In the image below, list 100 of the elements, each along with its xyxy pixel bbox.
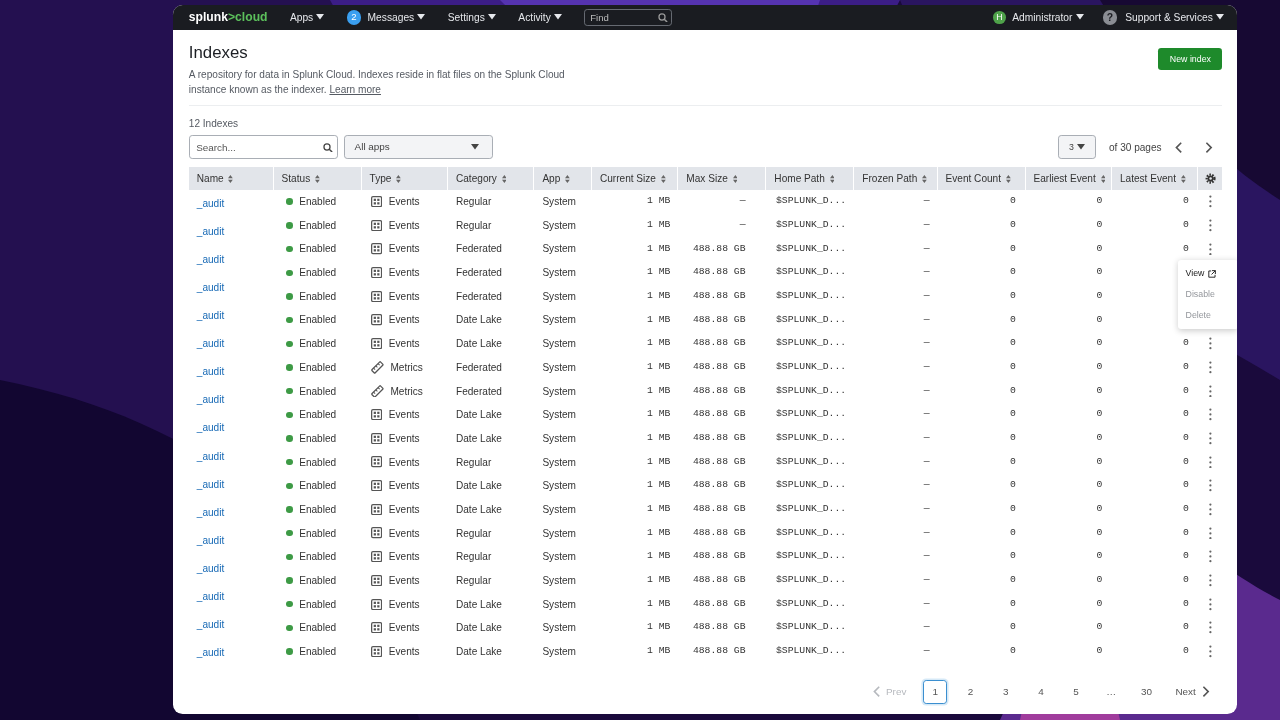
status-text: Enabled	[299, 644, 337, 659]
table-cell-text: 0	[1009, 644, 1017, 659]
new-index-button[interactable]: New index	[1158, 48, 1223, 71]
grid-icon	[371, 574, 383, 586]
find-field[interactable]: Find	[584, 8, 673, 27]
table-cell-text: System	[541, 408, 577, 423]
index-name-link[interactable]: _audit	[196, 442, 274, 471]
column-header[interactable]: Earliest Event	[1025, 167, 1112, 190]
column-header[interactable]: Status	[273, 167, 362, 190]
table-cell-text: $SPLUNK_D...	[774, 289, 848, 304]
more-options-icon[interactable]	[1207, 621, 1213, 635]
table-cell-text: System	[541, 289, 577, 304]
grid-icon	[371, 432, 383, 444]
page-button[interactable]: 5	[1064, 679, 1089, 704]
more-options-icon[interactable]	[1207, 645, 1213, 658]
table-cell-text: —	[922, 525, 931, 540]
nav-menu[interactable]: 2 Messages	[346, 9, 426, 26]
table-cell-text: 0	[1095, 312, 1104, 327]
table-cell-text: —	[738, 194, 747, 209]
index-name-link[interactable]: _audit	[196, 582, 274, 611]
page-select[interactable]: 3	[1057, 135, 1097, 160]
page-button[interactable]: 2	[958, 679, 983, 704]
table-cell-text: System	[541, 597, 577, 612]
status-text: Enabled	[299, 337, 337, 352]
app-filter-dropdown[interactable]: All apps	[344, 135, 493, 160]
index-name-link[interactable]: _audit	[196, 498, 274, 527]
more-options-icon[interactable]	[1207, 526, 1213, 540]
menu-item[interactable]: View	[1177, 263, 1237, 285]
column-header[interactable]: Category	[448, 167, 535, 190]
grid-icon	[371, 598, 383, 610]
more-options-icon[interactable]	[1207, 597, 1213, 611]
search-field[interactable]: Search...	[188, 135, 338, 160]
more-options-icon[interactable]	[1207, 195, 1213, 209]
index-name-link[interactable]: _audit	[196, 274, 274, 303]
column-header[interactable]: Current Size	[591, 167, 679, 190]
more-options-icon[interactable]	[1207, 361, 1213, 374]
more-options-icon[interactable]	[1207, 242, 1213, 256]
more-options-icon[interactable]	[1207, 503, 1213, 516]
table-cell-text: $SPLUNK_D...	[774, 525, 848, 540]
support-menu[interactable]: ? Support & Services	[1102, 9, 1224, 26]
table-cell-text: 488.88 GB	[691, 525, 747, 540]
table-cell-text: 0	[1181, 431, 1190, 446]
status-dot-icon	[286, 577, 293, 584]
column-header[interactable]: Max Size	[678, 167, 767, 190]
table-cell-text: —	[922, 454, 931, 469]
index-name-link[interactable]: _audit	[196, 470, 274, 499]
index-name-link[interactable]: _audit	[196, 217, 274, 246]
next-page-button[interactable]: Next	[1169, 679, 1216, 704]
table-cell-text: Federated	[455, 242, 503, 257]
more-options-icon[interactable]	[1207, 384, 1213, 398]
index-name-link[interactable]: _audit	[196, 611, 274, 640]
column-header[interactable]: Frozen Path	[854, 167, 938, 190]
index-name-link[interactable]: _audit	[196, 554, 274, 583]
column-header[interactable]: Home Path	[766, 167, 855, 190]
column-header[interactable]: App	[534, 167, 592, 190]
table-cell-text: 0	[1181, 478, 1190, 493]
page-button[interactable]: 1	[923, 679, 948, 704]
table-cell-text: 1 MB	[645, 502, 672, 517]
more-options-icon[interactable]	[1207, 218, 1213, 232]
grid-icon	[371, 338, 383, 350]
learn-more-link[interactable]: Learn more	[329, 83, 381, 95]
column-header[interactable]: Latest Event	[1111, 167, 1199, 190]
more-options-icon[interactable]	[1207, 408, 1213, 422]
table-cell-text: System	[541, 621, 577, 636]
table-cell-text: 0	[1181, 336, 1190, 351]
nav-menu[interactable]: Settings	[447, 9, 496, 26]
more-options-icon[interactable]	[1207, 550, 1213, 564]
index-name-link[interactable]: _audit	[196, 414, 274, 443]
column-header[interactable]: Name	[188, 167, 274, 190]
nav-menu[interactable]: Apps	[289, 9, 325, 26]
user-menu[interactable]: H Administrator	[993, 9, 1084, 26]
index-name-link[interactable]: _audit	[196, 189, 274, 218]
nav-menu[interactable]: Activity	[518, 9, 562, 26]
index-name-link[interactable]: _audit	[196, 246, 274, 275]
table-cell-text: 488.88 GB	[691, 336, 747, 351]
page-button[interactable]: 3	[993, 679, 1018, 704]
column-header[interactable]: Event Count	[937, 167, 1026, 190]
grid-icon	[371, 267, 383, 279]
column-header[interactable]: Type	[361, 167, 448, 190]
table-cell-text: System	[541, 431, 577, 446]
index-name-link[interactable]: _audit	[196, 302, 274, 331]
table-cell-text: 1 MB	[645, 454, 672, 469]
status-dot-icon	[286, 624, 293, 631]
index-name-link[interactable]: _audit	[196, 358, 274, 387]
more-options-icon[interactable]	[1207, 479, 1213, 493]
index-name-link[interactable]: _audit	[196, 386, 274, 415]
page-button[interactable]: 30	[1134, 679, 1159, 704]
table-cell-text: 0	[1009, 194, 1017, 209]
index-name-link[interactable]: _audit	[196, 639, 274, 668]
page-button[interactable]: …	[1099, 679, 1124, 704]
table-cell-text: 0	[1095, 265, 1104, 280]
table-cell-text: $SPLUNK_D...	[774, 596, 848, 611]
index-name-link[interactable]: _audit	[196, 526, 274, 555]
more-options-icon[interactable]	[1207, 455, 1213, 469]
table-cell-text: 0	[1009, 407, 1017, 422]
page-button[interactable]: 4	[1028, 679, 1053, 704]
more-options-icon[interactable]	[1207, 337, 1213, 351]
index-name-link[interactable]: _audit	[196, 330, 274, 359]
more-options-icon[interactable]	[1207, 432, 1213, 445]
more-options-icon[interactable]	[1207, 574, 1213, 587]
